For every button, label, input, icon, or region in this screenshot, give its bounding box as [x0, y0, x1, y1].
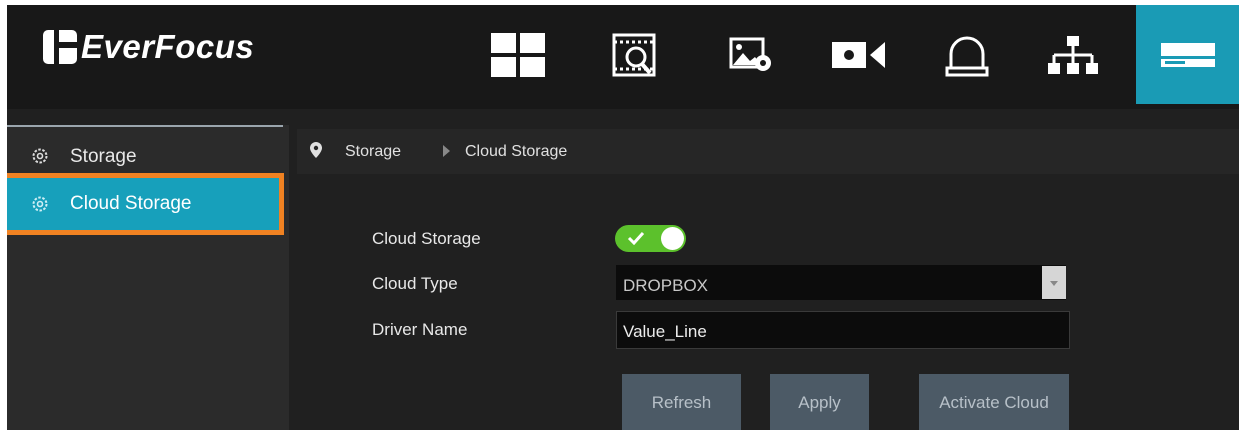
- logo: EverFocus: [43, 27, 254, 67]
- camera-icon: [832, 42, 885, 68]
- toggle-knob: [661, 227, 684, 250]
- chevron-down-icon: [1050, 281, 1058, 286]
- nav-image-settings-button[interactable]: [720, 15, 782, 95]
- breadcrumb-separator-icon: [443, 145, 450, 157]
- nav-alarm-button[interactable]: [936, 15, 998, 95]
- dropdown-arrow-button[interactable]: [1042, 266, 1066, 299]
- location-pin-icon: [310, 142, 322, 158]
- image-gear-icon: [729, 37, 771, 71]
- sidebar-item-cloud-storage[interactable]: Cloud Storage: [7, 173, 284, 235]
- driver-name-label: Driver Name: [372, 320, 468, 339]
- network-icon: [1048, 36, 1098, 74]
- gear-icon: [32, 148, 48, 164]
- nav-playback-search-button[interactable]: [604, 15, 666, 95]
- logo-text: EverFocus: [81, 28, 255, 65]
- app-window: EverFocus Storage Cloud Storage Storage …: [7, 5, 1239, 430]
- logo-mark-icon: [43, 30, 77, 64]
- nav-storage-button[interactable]: [1136, 5, 1239, 104]
- driver-name-input[interactable]: Value_Line: [616, 311, 1070, 349]
- cloud-type-value: DROPBOX: [623, 276, 709, 295]
- nav-live-view-button[interactable]: [487, 15, 549, 95]
- gear-icon: [32, 196, 48, 212]
- alarm-bell-icon: [945, 36, 989, 77]
- sidebar-item-storage[interactable]: Storage: [7, 132, 289, 180]
- check-icon: [627, 231, 645, 245]
- cloud-type-select[interactable]: DROPBOX: [616, 265, 1066, 300]
- grid-icon: [491, 33, 545, 77]
- top-bar: EverFocus: [7, 5, 1239, 109]
- nav-camera-button[interactable]: [828, 15, 890, 95]
- cloud-storage-label: Cloud Storage: [372, 229, 481, 248]
- film-search-icon: [612, 33, 656, 77]
- activate-cloud-button[interactable]: Activate Cloud: [919, 374, 1069, 430]
- sidebar: Storage Cloud Storage: [7, 125, 289, 430]
- apply-button[interactable]: Apply: [770, 374, 869, 430]
- breadcrumb: Storage Cloud Storage: [297, 129, 1239, 174]
- divider: [7, 125, 283, 127]
- nav-network-button[interactable]: [1042, 15, 1104, 95]
- cloud-type-label: Cloud Type: [372, 274, 458, 293]
- sidebar-item-label: Storage: [70, 146, 137, 167]
- cloud-storage-toggle[interactable]: [615, 225, 686, 252]
- refresh-button[interactable]: Refresh: [622, 374, 741, 430]
- storage-drive-icon: [1160, 42, 1215, 67]
- breadcrumb-item-storage[interactable]: Storage: [345, 143, 401, 161]
- breadcrumb-item-cloud-storage: Cloud Storage: [465, 143, 568, 160]
- sidebar-item-label: Cloud Storage: [70, 193, 192, 214]
